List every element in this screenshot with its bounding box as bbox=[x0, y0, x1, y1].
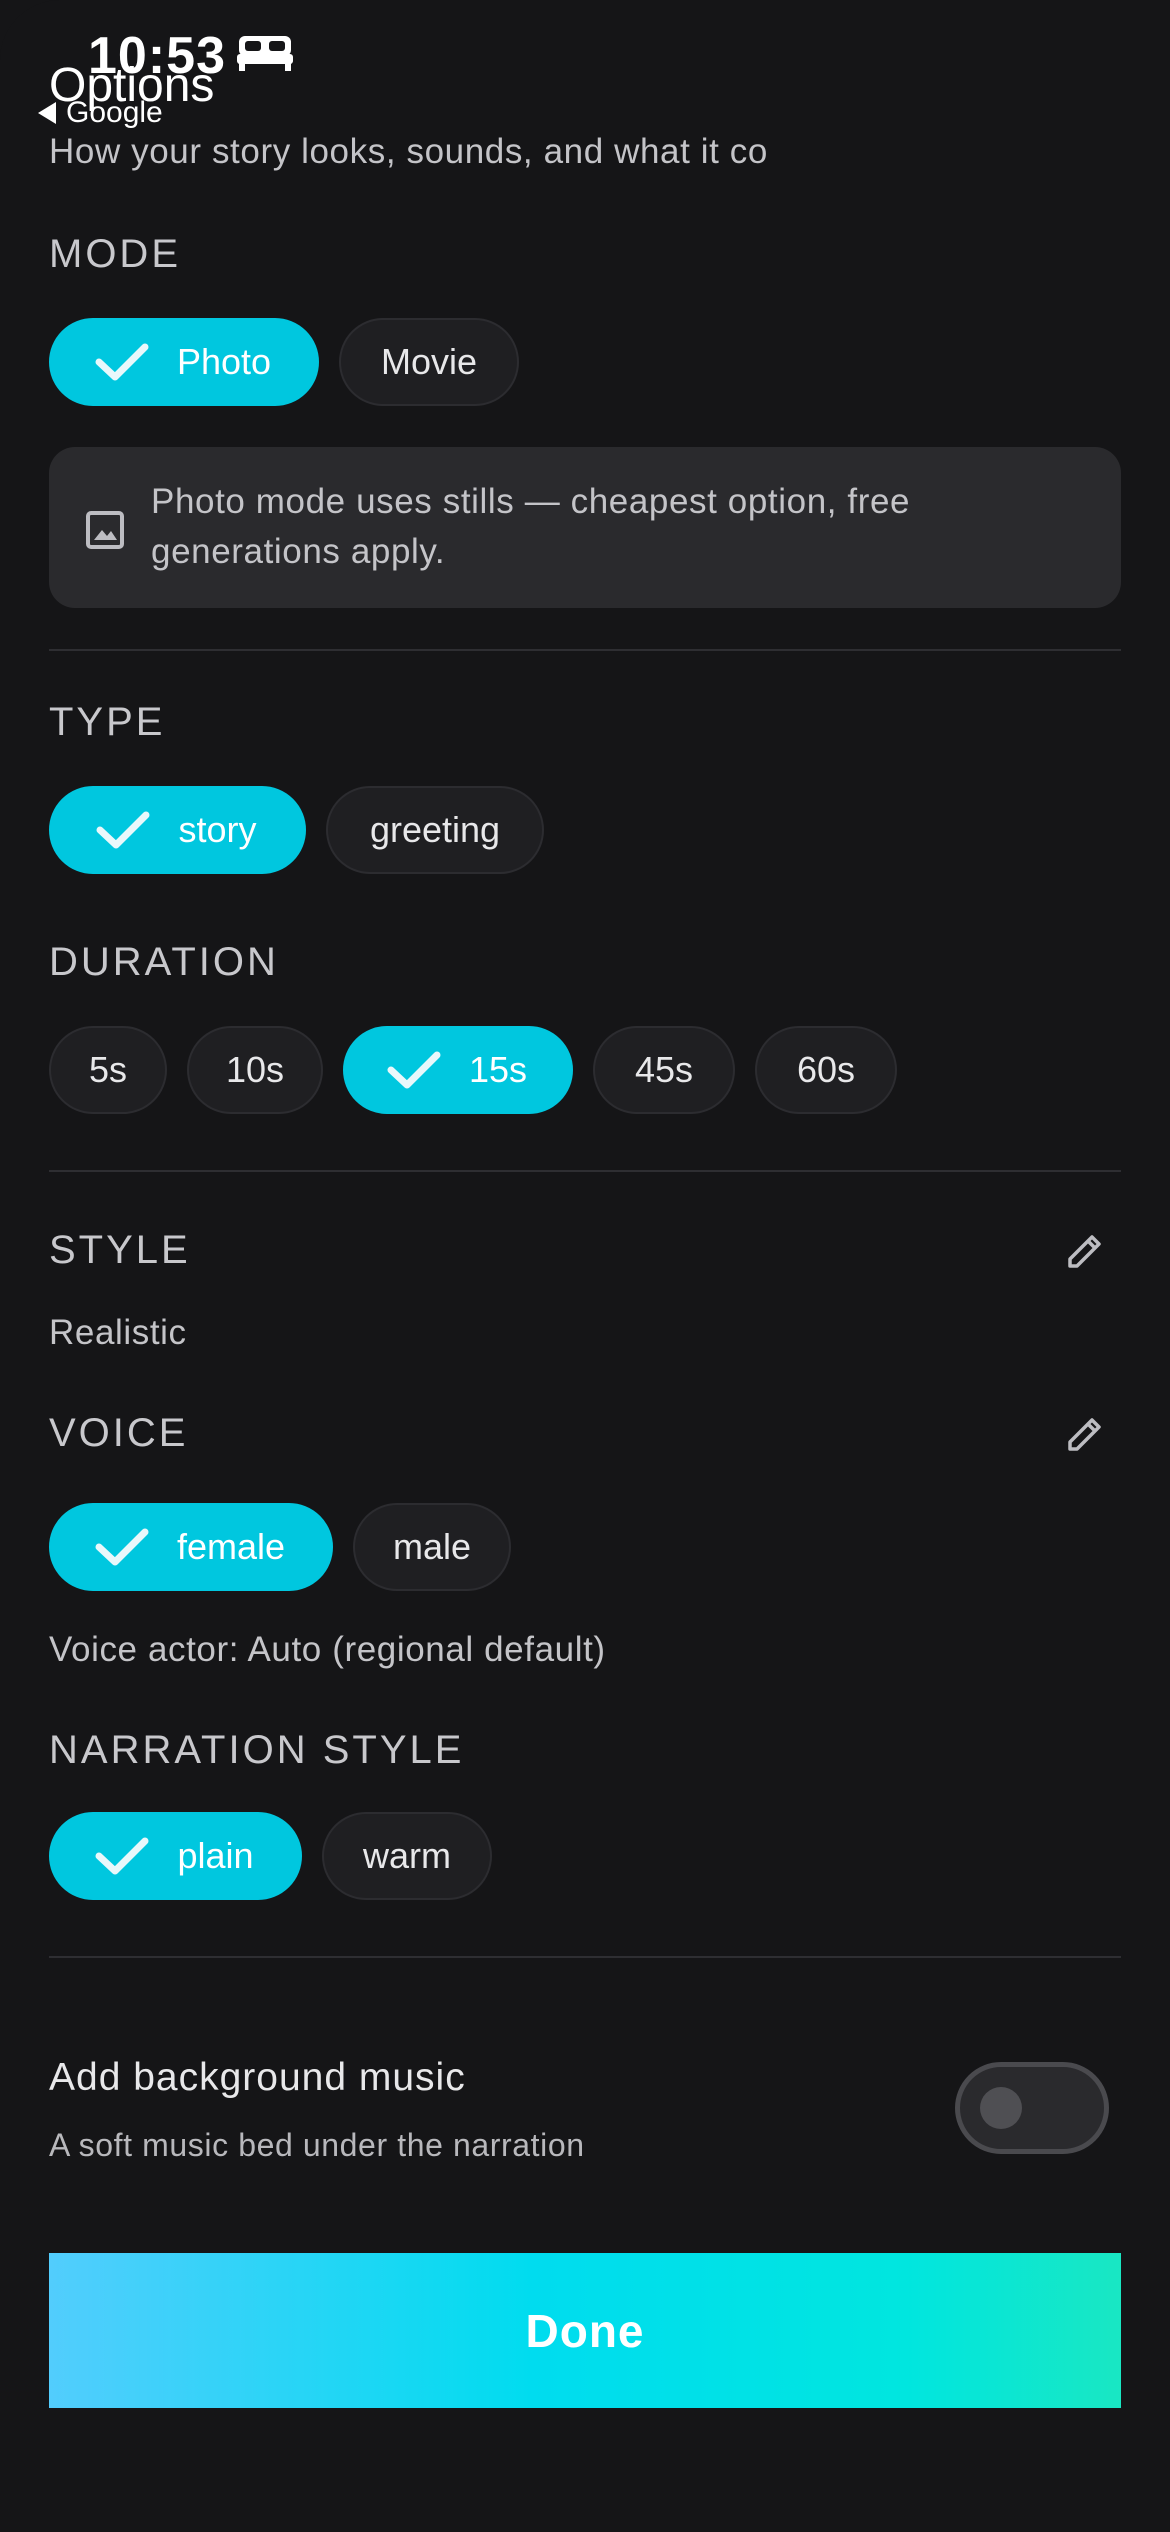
back-app-label: Google bbox=[66, 96, 163, 129]
duration-chip-5s[interactable]: 5s bbox=[49, 1026, 167, 1114]
duration-chip-label: 5s bbox=[88, 1049, 128, 1090]
back-to-app-button[interactable]: Google bbox=[38, 96, 163, 130]
type-chip-label: greeting bbox=[369, 809, 501, 850]
type-chip-story[interactable]: story bbox=[49, 786, 306, 874]
check-icon bbox=[95, 343, 149, 381]
voice-chip-label: female bbox=[176, 1526, 286, 1567]
voice-chip-male[interactable]: male bbox=[353, 1503, 511, 1591]
style-value: Realistic bbox=[49, 1313, 187, 1352]
image-icon bbox=[86, 511, 124, 549]
duration-chip-60s[interactable]: 60s bbox=[755, 1026, 897, 1114]
voice-chip-label: male bbox=[392, 1526, 472, 1567]
narration-chips: plain warm bbox=[49, 1812, 492, 1900]
type-chip-label: story bbox=[178, 809, 257, 850]
voice-chips: female male bbox=[49, 1503, 511, 1591]
check-icon bbox=[96, 811, 150, 849]
options-screen: Options 10:53 Google How your story look… bbox=[0, 0, 1170, 2532]
duration-chip-15s[interactable]: 15s bbox=[343, 1026, 573, 1114]
check-icon bbox=[387, 1051, 441, 1089]
mode-chip-movie[interactable]: Movie bbox=[339, 318, 519, 406]
mode-info-box: Photo mode uses stills — cheapest option… bbox=[49, 447, 1121, 608]
divider bbox=[49, 1956, 1121, 1958]
music-toggle-title: Add background music bbox=[49, 2056, 466, 2099]
background-music-toggle[interactable] bbox=[955, 2062, 1109, 2154]
duration-chip-label: 45s bbox=[634, 1049, 694, 1090]
mode-chip-photo[interactable]: Photo bbox=[49, 318, 319, 406]
mode-chips: Photo Movie bbox=[49, 318, 519, 406]
duration-label: DURATION bbox=[49, 940, 279, 984]
style-label: STYLE bbox=[49, 1228, 191, 1272]
mode-chip-label: Movie bbox=[380, 341, 478, 382]
mode-label: MODE bbox=[49, 232, 181, 276]
check-icon bbox=[95, 1528, 149, 1566]
mode-chip-label: Photo bbox=[176, 341, 272, 382]
sleep-mode-icon bbox=[237, 36, 293, 71]
mode-info-text: Photo mode uses stills — cheapest option… bbox=[151, 482, 911, 571]
duration-chip-label: 60s bbox=[796, 1049, 856, 1090]
done-button[interactable]: Done bbox=[49, 2253, 1121, 2408]
narration-chip-warm[interactable]: warm bbox=[322, 1812, 492, 1900]
music-toggle-subtitle: A soft music bed under the narration bbox=[49, 2127, 585, 2163]
type-label: TYPE bbox=[49, 700, 166, 744]
voice-label: VOICE bbox=[49, 1411, 189, 1455]
voice-chip-female[interactable]: female bbox=[49, 1503, 333, 1591]
type-chip-greeting[interactable]: greeting bbox=[326, 786, 544, 874]
narration-chip-label: plain bbox=[177, 1835, 254, 1876]
edit-voice-icon[interactable] bbox=[1064, 1413, 1106, 1455]
toggle-knob bbox=[980, 2087, 1022, 2129]
divider bbox=[49, 649, 1121, 651]
edit-style-icon[interactable] bbox=[1064, 1230, 1106, 1272]
status-time: 10:53 bbox=[88, 27, 226, 85]
duration-chips: 5s 10s 15s 45s 60s bbox=[49, 1026, 897, 1114]
divider bbox=[49, 1170, 1121, 1172]
type-chips: story greeting bbox=[49, 786, 544, 874]
check-icon bbox=[95, 1837, 149, 1875]
narration-chip-label: warm bbox=[363, 1835, 451, 1876]
page-subtitle: How your story looks, sounds, and what i… bbox=[49, 132, 768, 171]
duration-chip-label: 15s bbox=[468, 1049, 528, 1090]
duration-chip-10s[interactable]: 10s bbox=[187, 1026, 323, 1114]
duration-chip-label: 10s bbox=[225, 1049, 285, 1090]
duration-chip-45s[interactable]: 45s bbox=[593, 1026, 735, 1114]
back-arrow-icon bbox=[38, 102, 56, 124]
narration-style-label: NARRATION STYLE bbox=[49, 1728, 465, 1772]
voice-actor-text: Voice actor: Auto (regional default) bbox=[49, 1630, 606, 1669]
narration-chip-plain[interactable]: plain bbox=[49, 1812, 302, 1900]
